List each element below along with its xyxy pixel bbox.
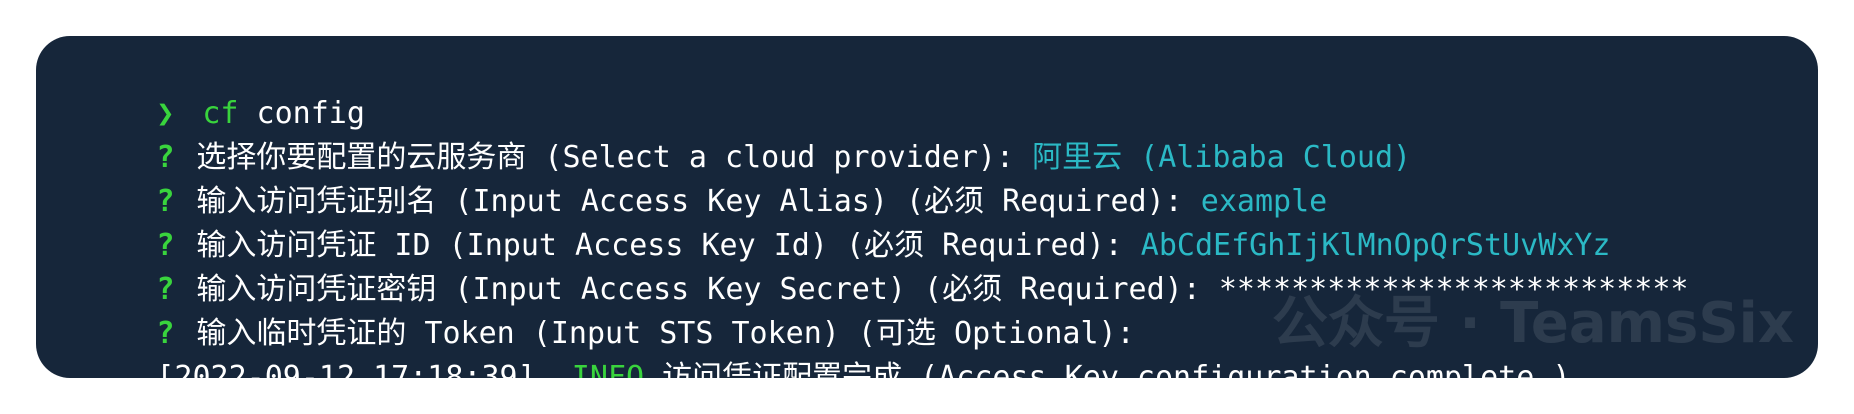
log-level: INFO [571, 360, 645, 378]
answer-text: example [1200, 184, 1328, 219]
question-text: 输入访问凭证密钥 (Input Access Key Secret) (必须 R… [196, 272, 1219, 307]
question-mark-icon: ? [156, 228, 175, 263]
answer-text: AbCdEfGhIjKlMnOpQrStUvWxYz [1140, 228, 1611, 263]
command-line: ❯ cf config [48, 48, 1818, 131]
answer-text: ************************** [1218, 272, 1689, 307]
page: ❯ cf config ? 选择你要配置的云服务商 (Select a cloud … [0, 0, 1854, 414]
question-text: 输入临时凭证的 Token (Input STS Token) (可选 Opti… [196, 316, 1135, 351]
question-text: 选择你要配置的云服务商 (Select a cloud provider): [196, 140, 1033, 175]
terminal-window[interactable]: ❯ cf config ? 选择你要配置的云服务商 (Select a cloud … [36, 36, 1818, 378]
prompt-chevron-icon: ❯ [156, 96, 175, 131]
question-text: 输入访问凭证 ID (Input Access Key Id) (必须 Requ… [196, 228, 1141, 263]
answer-text: 阿里云 (Alibaba Cloud) [1032, 140, 1412, 175]
question-mark-icon: ? [156, 184, 175, 219]
question-mark-icon: ? [156, 316, 175, 351]
log-timestamp: [2022-09-12 17:18:39] [156, 360, 536, 378]
command-args: config [238, 96, 365, 131]
question-text: 输入访问凭证别名 (Input Access Key Alias) (必须 Re… [196, 184, 1201, 219]
question-mark-icon: ? [156, 272, 175, 307]
command-name: cf [202, 96, 239, 131]
question-mark-icon: ? [156, 140, 175, 175]
log-message: 访问凭证配置完成 (Access Key configuration compl… [644, 360, 1571, 378]
